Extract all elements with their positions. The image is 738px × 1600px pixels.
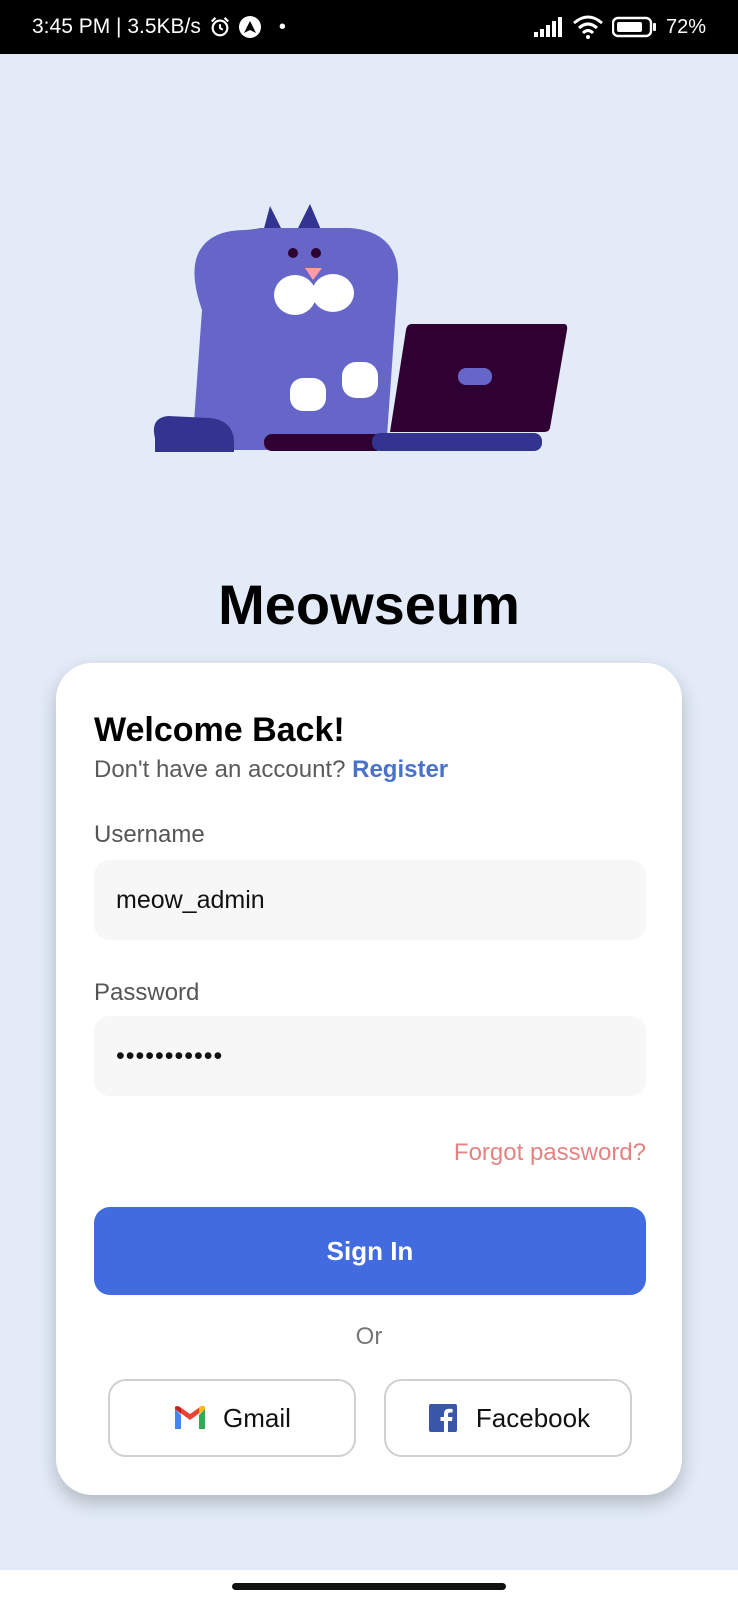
login-card: Welcome Back! Don't have an account? Reg… <box>56 663 682 1495</box>
home-indicator[interactable] <box>232 1583 506 1590</box>
signal-icon <box>533 17 562 37</box>
status-right: 72% <box>533 15 706 39</box>
username-value: meow_admin <box>116 885 265 914</box>
welcome-heading: Welcome Back! <box>94 711 345 749</box>
password-label: Password <box>94 979 200 1006</box>
forgot-password-link[interactable]: Forgot password? <box>454 1139 646 1167</box>
sign-in-label: Sign In <box>326 1235 414 1266</box>
status-time-speed: 3:45 PM | 3.5KB/s <box>32 15 201 38</box>
sign-in-button[interactable]: Sign In <box>94 1207 646 1295</box>
notification-dot: • <box>278 15 286 38</box>
cat-paw-left <box>290 378 326 411</box>
status-bar: 3:45 PM | 3.5KB/s • 72% <box>0 0 738 54</box>
laptop-base <box>372 433 542 451</box>
facebook-button[interactable]: Facebook <box>384 1379 632 1457</box>
battery-icon <box>611 16 656 38</box>
app-title: Meowseum <box>218 573 520 636</box>
cat-cheek-right <box>312 274 354 312</box>
wifi-icon <box>572 15 603 39</box>
cat-tail <box>153 416 234 452</box>
gmail-button[interactable]: Gmail <box>108 1379 356 1457</box>
facebook-label: Facebook <box>475 1402 591 1433</box>
register-link[interactable]: Register <box>352 756 448 783</box>
gmail-icon <box>175 1406 206 1429</box>
cat-laptop-illustration <box>153 204 568 452</box>
cat-base <box>264 434 384 451</box>
cat-body <box>192 228 399 450</box>
facebook-icon <box>428 1404 457 1433</box>
alarm-icon <box>210 17 229 37</box>
cat-eye-left <box>288 248 298 258</box>
password-value: ••••••••••• <box>116 1041 224 1070</box>
register-row: Don't have an account? Register <box>94 756 448 784</box>
no-account-text: Don't have an account? <box>94 756 346 783</box>
laptop-logo <box>458 368 492 385</box>
cat-paw-right <box>342 362 378 398</box>
gmail-label: Gmail <box>223 1402 291 1433</box>
navigation-icon <box>238 16 261 38</box>
status-left: 3:45 PM | 3.5KB/s • <box>32 15 286 39</box>
cat-eye-right <box>311 248 321 258</box>
username-label: Username <box>94 821 205 848</box>
battery-percentage: 72% <box>665 15 706 38</box>
cat-ear-right <box>297 204 322 232</box>
cat-cheek-left <box>274 275 316 315</box>
password-input[interactable]: ••••••••••• <box>94 1016 646 1096</box>
or-divider: Or <box>355 1323 383 1350</box>
username-input[interactable]: meow_admin <box>94 860 646 940</box>
